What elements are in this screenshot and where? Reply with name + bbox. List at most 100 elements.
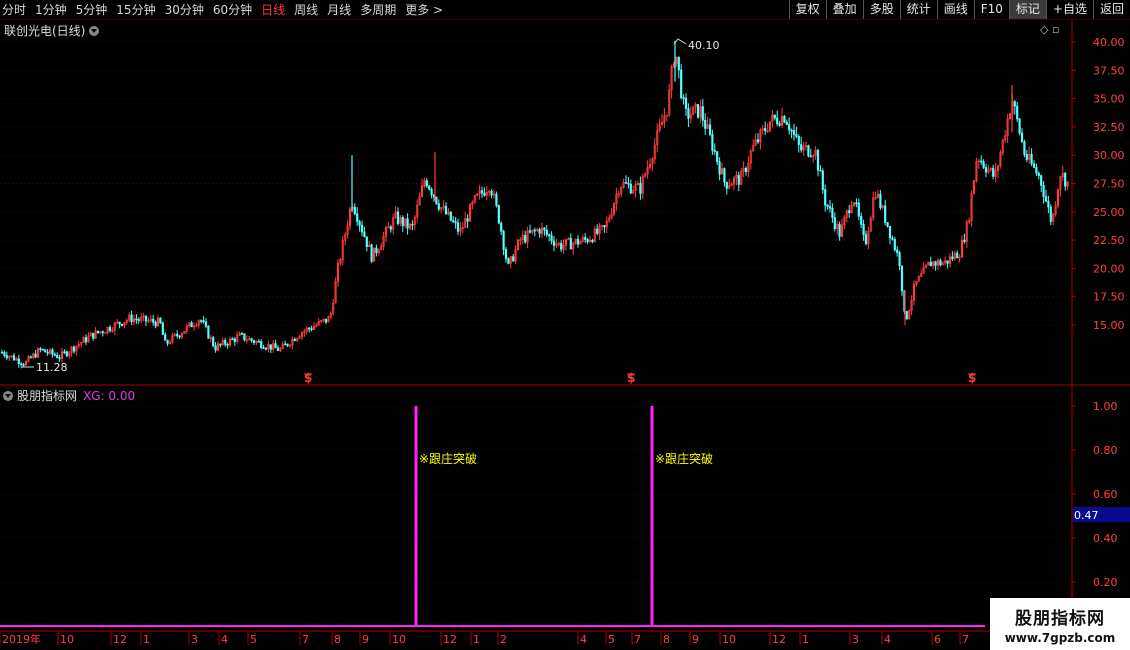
- x-tick-label: 8: [663, 633, 670, 646]
- stock-chart[interactable]: 40.00 37.50 35.00 32.50 30.00 27.50 25.00 22.50…: [0, 0, 1130, 650]
- candle-body: [264, 348, 268, 350]
- candle-body: [84, 337, 88, 343]
- candle-body: [896, 249, 899, 253]
- price-tick-label: 17.50: [1093, 291, 1125, 304]
- candle-body: [104, 332, 107, 334]
- candle-body: [800, 144, 803, 151]
- candle-body: [310, 328, 313, 331]
- candle-body: [1023, 141, 1026, 155]
- candle-body: [276, 347, 280, 352]
- candle-body: [452, 220, 455, 222]
- candle-body: [214, 345, 217, 351]
- candle-body: [833, 217, 836, 230]
- candle-body: [360, 224, 364, 233]
- candle-body: [200, 320, 203, 322]
- candle-body: [108, 326, 112, 331]
- x-tick-label: 7: [962, 633, 969, 646]
- candle-body: [154, 321, 157, 327]
- candle-body: [893, 239, 896, 251]
- candle-body: [586, 239, 589, 243]
- candle-body: [533, 229, 536, 232]
- candle-body: [545, 229, 548, 235]
- x-tick-label: 12: [772, 633, 786, 646]
- candle-body: [207, 325, 210, 339]
- candle-body: [891, 237, 894, 240]
- candle-body: [1037, 172, 1040, 176]
- candle-body: [884, 205, 887, 223]
- candle-body: [639, 183, 642, 194]
- x-tick-label: 1: [143, 633, 150, 646]
- candle-body: [680, 69, 683, 98]
- candle-body: [677, 56, 680, 71]
- candle-body: [1042, 185, 1045, 197]
- x-tick-label: 4: [884, 633, 891, 646]
- dropdown-icon[interactable]: [89, 25, 100, 36]
- candle-body: [905, 310, 908, 320]
- candle-body: [502, 230, 505, 250]
- candle-body: [934, 261, 937, 266]
- candle-body: [946, 260, 949, 264]
- candle-body: [101, 331, 104, 334]
- indicator-tick-label: 0.60: [1093, 488, 1118, 501]
- candle-body: [500, 222, 503, 232]
- candle-body: [20, 363, 23, 366]
- candle-body: [56, 355, 59, 359]
- candle-body: [900, 265, 904, 292]
- candle-body: [701, 106, 704, 121]
- candle-body: [816, 149, 820, 171]
- candle-body: [262, 347, 265, 349]
- price-tick-label: 32.50: [1093, 121, 1125, 134]
- x-tick-label: 1: [802, 633, 809, 646]
- candle-body: [454, 221, 457, 224]
- x-tick-label: 7: [302, 633, 309, 646]
- price-tick-label: 22.50: [1093, 234, 1125, 247]
- indicator-tick-label: 0.80: [1093, 444, 1118, 457]
- xg-value: XG: 0.00: [83, 388, 136, 403]
- candle-body: [1044, 196, 1048, 202]
- candle-body: [190, 322, 193, 328]
- candle-body: [308, 327, 311, 330]
- candle-body: [984, 167, 988, 173]
- x-tick-label: 9: [362, 633, 369, 646]
- candle-body: [682, 97, 685, 99]
- x-tick-label: 3: [191, 633, 198, 646]
- candle-body: [293, 338, 296, 342]
- candle-body: [430, 189, 433, 196]
- candle-body: [723, 168, 726, 183]
- candle-body: [466, 218, 469, 222]
- stock-name: 联创光电(日线): [4, 24, 86, 38]
- candle-body: [980, 160, 983, 163]
- panel-options-icon[interactable]: ◇ ▫: [1040, 23, 1059, 36]
- candle-body: [778, 123, 781, 126]
- candle-body: [257, 341, 260, 343]
- candle-body: [34, 353, 37, 358]
- candle-body: [879, 193, 882, 208]
- candle-body: [576, 238, 580, 245]
- candle-body: [764, 128, 767, 132]
- candle-body: [795, 134, 798, 137]
- candle-body: [375, 247, 378, 253]
- candle-body: [166, 340, 169, 344]
- candle-body: [401, 217, 404, 227]
- candle-body: [120, 323, 124, 326]
- candle-body: [684, 97, 688, 109]
- candle-body: [12, 355, 16, 361]
- candle-body: [1020, 132, 1024, 143]
- indicator-dropdown-icon[interactable]: [3, 390, 13, 401]
- candle-body: [711, 134, 714, 151]
- x-tick-label: 10: [722, 633, 736, 646]
- candle-body: [456, 222, 460, 232]
- candle-body: [406, 218, 409, 229]
- candle-body: [596, 228, 599, 234]
- candle-body: [797, 136, 800, 145]
- candle-body: [159, 317, 162, 324]
- signal-label: ※跟庄突破: [655, 451, 713, 466]
- candle-body: [524, 235, 527, 243]
- candle-body: [411, 223, 414, 226]
- candle-body: [370, 244, 373, 262]
- signal-marker: $: [627, 371, 635, 385]
- candle-body: [826, 204, 829, 207]
- candle-body: [838, 224, 841, 237]
- price-tick-label: 30.00: [1093, 149, 1125, 162]
- candle-body: [204, 321, 208, 327]
